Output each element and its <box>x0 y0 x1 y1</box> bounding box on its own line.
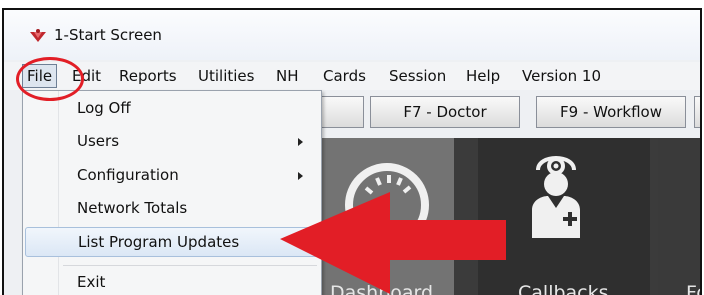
callbacks-label: Callbacks <box>518 282 609 295</box>
menu-item-list-program-updates[interactable]: List Program Updates <box>25 227 319 257</box>
annotation-arrow-icon <box>280 192 506 294</box>
menu-item-label: List Program Updates <box>78 233 240 251</box>
doctor-icon <box>532 156 580 238</box>
menu-utilities[interactable]: Utilities <box>196 64 256 88</box>
menu-item-users[interactable]: Users <box>25 127 319 157</box>
menu-item-label: Users <box>77 132 120 150</box>
annotation-circle <box>16 57 84 101</box>
app-icon <box>30 29 46 42</box>
menu-item-network-totals[interactable]: Network Totals <box>25 194 319 224</box>
menu-item-label: Log Off <box>77 99 131 117</box>
menu-reports[interactable]: Reports <box>117 64 179 88</box>
menu-item-exit[interactable]: Exit <box>25 268 319 295</box>
menu-item-label: Network Totals <box>77 199 188 217</box>
menu-help[interactable]: Help <box>464 64 502 88</box>
title-bar: 1-Start Screen <box>4 10 700 60</box>
file-menu-dropdown: Log Off Users Configuration Network Tota… <box>22 90 322 295</box>
menu-nh[interactable]: NH <box>274 64 301 88</box>
menu-bar: File Edit Reports Utilities NH Cards Ses… <box>4 62 700 90</box>
menu-session[interactable]: Session <box>387 64 448 88</box>
window-title: 1-Start Screen <box>54 26 162 44</box>
submenu-arrow-icon <box>298 138 303 146</box>
menu-version[interactable]: Version 10 <box>520 64 603 88</box>
third-tile-label: Fo <box>686 282 700 295</box>
menu-item-log-off[interactable]: Log Off <box>25 94 319 124</box>
menu-item-label: Exit <box>77 273 106 291</box>
menu-cards[interactable]: Cards <box>321 64 368 88</box>
third-tile[interactable]: Fo <box>658 138 700 295</box>
f7-doctor-button[interactable]: F7 - Doctor <box>370 96 520 128</box>
f9-workflow-button[interactable]: F9 - Workflow <box>536 96 686 128</box>
submenu-arrow-icon <box>298 172 303 180</box>
toolbar-button-partial[interactable] <box>694 96 700 128</box>
menu-item-label: Configuration <box>77 166 179 184</box>
menu-item-configuration[interactable]: Configuration <box>25 161 319 191</box>
menu-separator <box>63 265 317 266</box>
